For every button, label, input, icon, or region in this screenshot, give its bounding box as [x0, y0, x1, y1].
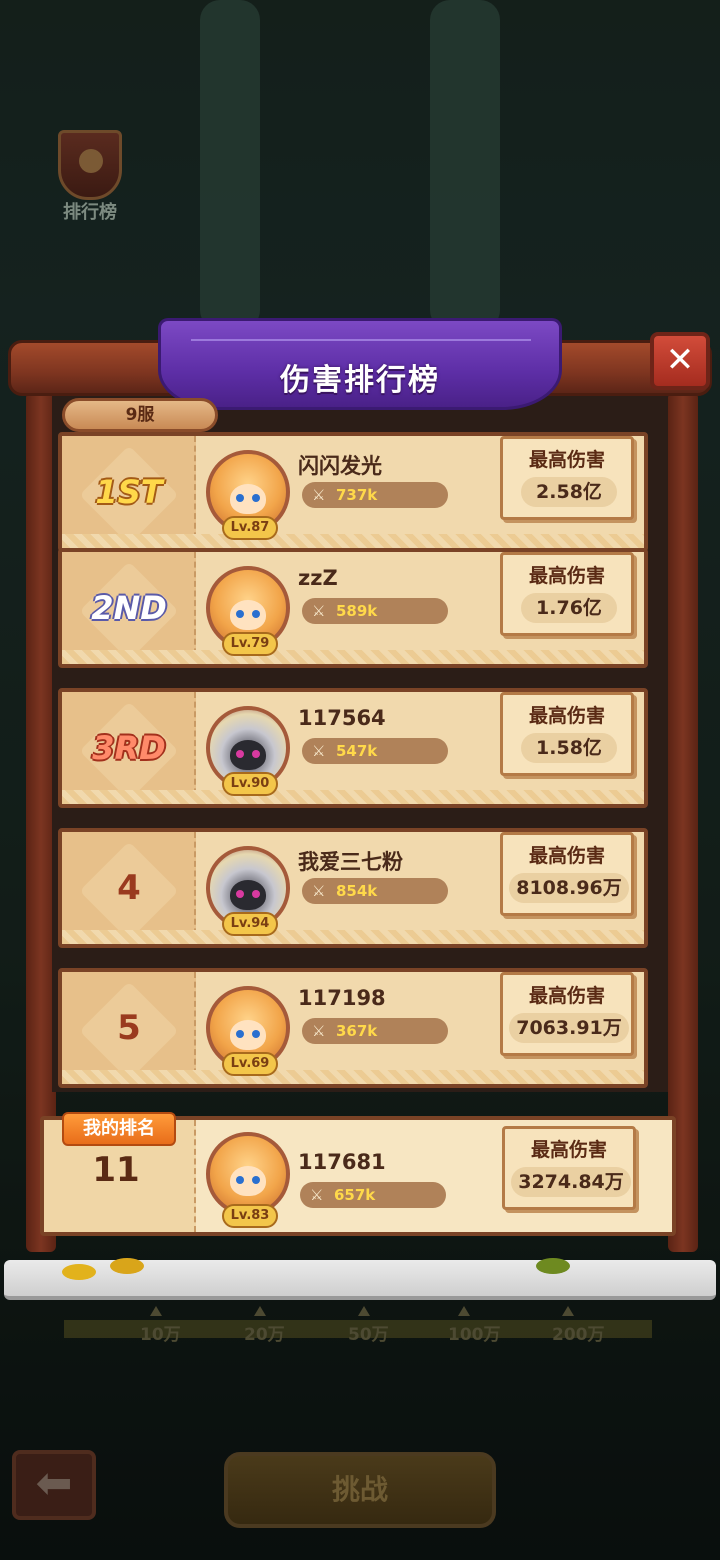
my-damage-value: 3274.84万: [511, 1167, 631, 1197]
damage-card: 最高伤害 8108.96万: [500, 832, 634, 916]
my-power-value: 657k: [334, 1186, 376, 1204]
back-button[interactable]: ⬅: [12, 1450, 96, 1520]
player-name: 117198: [298, 986, 386, 1010]
server-tag[interactable]: 9服: [62, 398, 218, 432]
power-value: 589k: [336, 602, 378, 620]
player-name: 117564: [298, 706, 386, 730]
level-badge: Lv.94: [222, 912, 278, 936]
power-value: 367k: [336, 1022, 378, 1040]
leaf-decor-icon: [62, 1264, 96, 1280]
damage-label: 最高伤害: [528, 705, 605, 727]
leaderboard-row[interactable]: 1ST Lv.87 闪闪发光 ⚔ 737k 最高伤害 2.58亿: [58, 432, 648, 552]
player-name: 闪闪发光: [298, 454, 382, 478]
my-player-name: 117681: [298, 1150, 386, 1174]
damage-value: 8108.96万: [509, 873, 629, 903]
level-badge: Lv.69: [222, 1052, 278, 1076]
scale-tick: 200万: [552, 1306, 605, 1345]
trophy-shield-icon: [58, 130, 122, 200]
damage-label: 最高伤害: [528, 845, 605, 867]
power-value: 547k: [336, 742, 378, 760]
sword-icon: ⚔: [312, 742, 326, 760]
title-banner: 伤害排行榜: [158, 318, 562, 410]
my-damage-card: 最高伤害 3274.84万: [502, 1126, 636, 1210]
level-badge: Lv.79: [222, 632, 278, 656]
my-damage-label: 最高伤害: [530, 1139, 607, 1161]
scale-tick: 10万: [140, 1306, 181, 1345]
challenge-button[interactable]: 挑战: [224, 1452, 496, 1528]
rank-number: 1ST: [95, 473, 163, 511]
damage-value: 1.76亿: [521, 593, 617, 623]
power-pill: ⚔ 367k: [302, 1018, 448, 1044]
power-pill: ⚔ 589k: [302, 598, 448, 624]
scale-tick: 50万: [348, 1306, 389, 1345]
sword-icon: ⚔: [312, 882, 326, 900]
power-value: 854k: [336, 882, 378, 900]
panel-title: 伤害排行榜: [280, 363, 440, 398]
my-rank-number: 11: [92, 1150, 140, 1190]
sword-icon: ⚔: [312, 486, 326, 504]
level-badge: Lv.90: [222, 772, 278, 796]
damage-value: 7063.91万: [509, 1013, 629, 1043]
leaf-decor-icon: [110, 1258, 144, 1274]
damage-card: 最高伤害 1.58亿: [500, 692, 634, 776]
sword-icon: ⚔: [312, 1022, 326, 1040]
leaderboard-row[interactable]: 4 Lv.94 我爱三七粉 ⚔ 854k 最高伤害 8108.96万: [58, 828, 648, 948]
power-value: 737k: [336, 486, 378, 504]
damage-value: 1.58亿: [521, 733, 617, 763]
scale-tick: 20万: [244, 1306, 285, 1345]
damage-card: 最高伤害 2.58亿: [500, 436, 634, 520]
ranking-menu-label: 排行榜: [63, 202, 117, 223]
leaf-decor-icon: [536, 1258, 570, 1274]
sword-icon: ⚔: [310, 1186, 324, 1204]
power-pill: ⚔ 854k: [302, 878, 448, 904]
damage-label: 最高伤害: [528, 449, 605, 471]
my-level-badge: Lv.83: [222, 1204, 278, 1228]
level-badge: Lv.87: [222, 516, 278, 540]
background-tree: [200, 0, 260, 330]
ranking-menu-button[interactable]: 排行榜: [50, 130, 130, 225]
damage-card: 最高伤害 1.76亿: [500, 552, 634, 636]
rank-number: 4: [117, 868, 141, 908]
sword-icon: ⚔: [312, 602, 326, 620]
power-pill: ⚔ 737k: [302, 482, 448, 508]
damage-card: 最高伤害 7063.91万: [500, 972, 634, 1056]
leaderboard-row[interactable]: 5 Lv.69 117198 ⚔ 367k 最高伤害 7063.91万: [58, 968, 648, 1088]
player-name: zzZ: [298, 566, 338, 590]
rank-number: 3RD: [92, 729, 166, 767]
my-rank-tag: 我的排名: [62, 1112, 176, 1146]
background-tree: [430, 0, 500, 330]
rank-number: 5: [117, 1008, 141, 1048]
scale-tick: 100万: [448, 1306, 501, 1345]
rank-number: 2ND: [91, 589, 167, 627]
power-pill: ⚔ 547k: [302, 738, 448, 764]
damage-label: 最高伤害: [528, 985, 605, 1007]
my-power-pill: ⚔ 657k: [300, 1182, 446, 1208]
close-button[interactable]: ✕: [650, 332, 710, 390]
player-name: 我爱三七粉: [298, 850, 403, 874]
damage-value: 2.58亿: [521, 477, 617, 507]
damage-label: 最高伤害: [528, 565, 605, 587]
leaderboard-row[interactable]: 2ND Lv.79 zzZ ⚔ 589k 最高伤害 1.76亿: [58, 548, 648, 668]
leaderboard-row[interactable]: 3RD Lv.90 117564 ⚔ 547k 最高伤害 1.58亿: [58, 688, 648, 808]
